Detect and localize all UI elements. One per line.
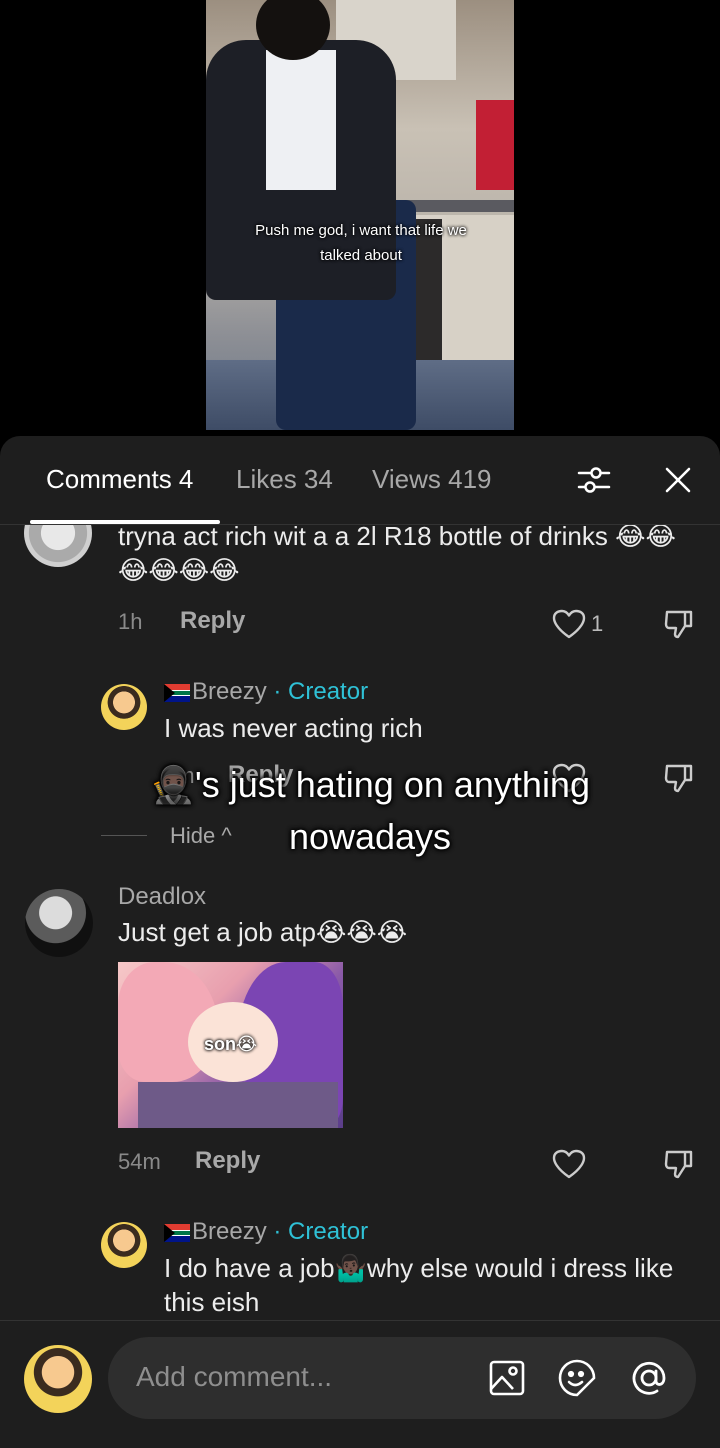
heart-icon[interactable] <box>550 1145 588 1183</box>
south-africa-flag-icon <box>164 1223 190 1242</box>
mention-icon[interactable] <box>628 1357 670 1399</box>
dislike-icon[interactable] <box>660 1145 698 1183</box>
dislike-icon[interactable] <box>660 759 698 797</box>
avatar[interactable] <box>24 525 92 567</box>
video-person-shirt <box>266 50 336 190</box>
comment-text: tryna act rich wit a a 2l R18 bottle of … <box>118 525 676 585</box>
comment-username[interactable]: Breezy · Creator <box>164 1218 368 1246</box>
video-caption: Push me god, i want that life we talked … <box>255 222 467 264</box>
tab-likes[interactable]: Likes 34 <box>236 464 333 495</box>
video-area[interactable]: Push me god, i want that life we talked … <box>0 0 720 436</box>
south-africa-flag-icon <box>164 683 190 702</box>
comment-username[interactable]: Breezy · Creator <box>164 678 368 706</box>
creator-badge: · Creator <box>273 678 369 705</box>
tab-comments[interactable]: Comments 4 <box>46 464 193 495</box>
emoji-icon[interactable] <box>556 1357 598 1399</box>
image-caption: son😭 <box>204 1034 258 1054</box>
comment-time: 54m <box>118 1149 161 1174</box>
creator-badge: · Creator <box>273 1218 369 1245</box>
dislike-icon[interactable] <box>660 605 698 643</box>
comment-text: I was never acting rich <box>164 713 423 743</box>
comments-sheet: Comments 4 Likes 34 Views 419 tryna act … <box>0 436 720 1448</box>
comment-time: 1h <box>118 609 143 634</box>
heart-icon[interactable] <box>550 605 588 643</box>
comment-text: I do have a job🤷🏿‍♂️why else would i dre… <box>164 1253 674 1317</box>
comment-placeholder: Add comment... <box>136 1361 333 1392</box>
reply-button[interactable]: Reply <box>195 1147 260 1175</box>
filter-icon[interactable] <box>572 458 616 502</box>
video-thumbnail[interactable]: Push me god, i want that life we talked … <box>206 0 514 430</box>
like-count: 1 <box>591 611 604 636</box>
comments-list[interactable]: tryna act rich wit a a 2l R18 bottle of … <box>0 525 720 1321</box>
reply-button[interactable]: Reply <box>180 607 245 635</box>
close-icon[interactable] <box>656 458 700 502</box>
avatar[interactable] <box>24 1345 92 1413</box>
image-shape <box>138 1082 338 1128</box>
overlay-caption-line-1: 🥷🏿's just hating on anything <box>150 764 590 805</box>
comment-composer: Add comment... <box>0 1320 720 1448</box>
tab-views[interactable]: Views 419 <box>372 464 492 495</box>
comment-input[interactable]: Add comment... <box>108 1337 696 1419</box>
overlay-caption-line-2: nowadays <box>288 816 452 857</box>
tab-bar: Comments 4 Likes 34 Views 419 <box>0 436 720 526</box>
avatar[interactable] <box>101 684 147 730</box>
avatar[interactable] <box>101 1222 147 1268</box>
comment-username[interactable]: Deadlox <box>118 883 206 911</box>
avatar[interactable] <box>25 889 93 957</box>
video-bg-window <box>476 100 514 190</box>
image-icon[interactable] <box>486 1357 528 1399</box>
comment-text: Just get a job atp😭😭😭 <box>118 917 408 947</box>
comment-image[interactable]: son😭 <box>118 962 343 1128</box>
